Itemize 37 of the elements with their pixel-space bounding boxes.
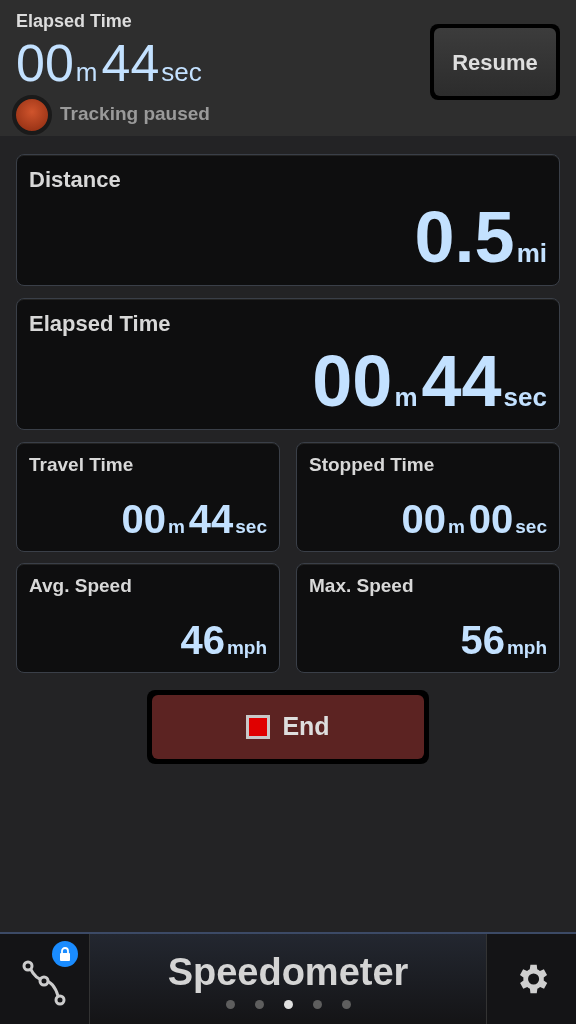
value-unit: sec <box>515 517 547 536</box>
value-unit: m <box>447 517 465 536</box>
value-unit: m <box>75 58 98 85</box>
status-indicator-icon <box>12 94 52 135</box>
header-label: Elapsed Time <box>16 10 133 33</box>
card-label: Max. Speed <box>309 574 415 598</box>
card-label: Elapsed Time <box>29 310 172 338</box>
value-number: 00 <box>16 36 74 89</box>
value-number: 44 <box>101 36 160 89</box>
value-unit: sec <box>503 384 547 410</box>
status-text: Tracking paused <box>60 102 210 127</box>
value-unit: mph <box>226 638 267 657</box>
resume-button[interactable]: Resume <box>434 28 556 96</box>
card-label: Stopped Time <box>309 453 436 477</box>
value-unit: sec <box>161 58 202 85</box>
card-label: Travel Time <box>29 453 135 477</box>
end-button[interactable]: End <box>152 695 424 759</box>
value-unit: mph <box>506 638 547 657</box>
value-number: 44 <box>421 345 502 417</box>
value-number: 00 <box>121 499 166 539</box>
value-unit: sec <box>235 517 267 536</box>
value-unit: m <box>167 517 185 536</box>
value-number: 00 <box>312 345 393 417</box>
screen-title: Speedometer <box>167 949 409 995</box>
value-number: 46 <box>180 620 225 660</box>
value-number: 56 <box>460 620 505 660</box>
value-number: 44 <box>188 499 234 539</box>
value-number: 0.5 <box>414 201 515 273</box>
value-unit: mi <box>516 240 547 266</box>
stop-icon <box>246 715 271 739</box>
value-unit: m <box>394 384 418 410</box>
route-icon[interactable] <box>21 958 68 1008</box>
lock-badge-icon <box>52 941 78 967</box>
card-label: Distance <box>29 166 122 194</box>
value-number: 00 <box>468 499 514 539</box>
value-number: 00 <box>401 499 446 539</box>
card-label: Avg. Speed <box>29 574 133 598</box>
